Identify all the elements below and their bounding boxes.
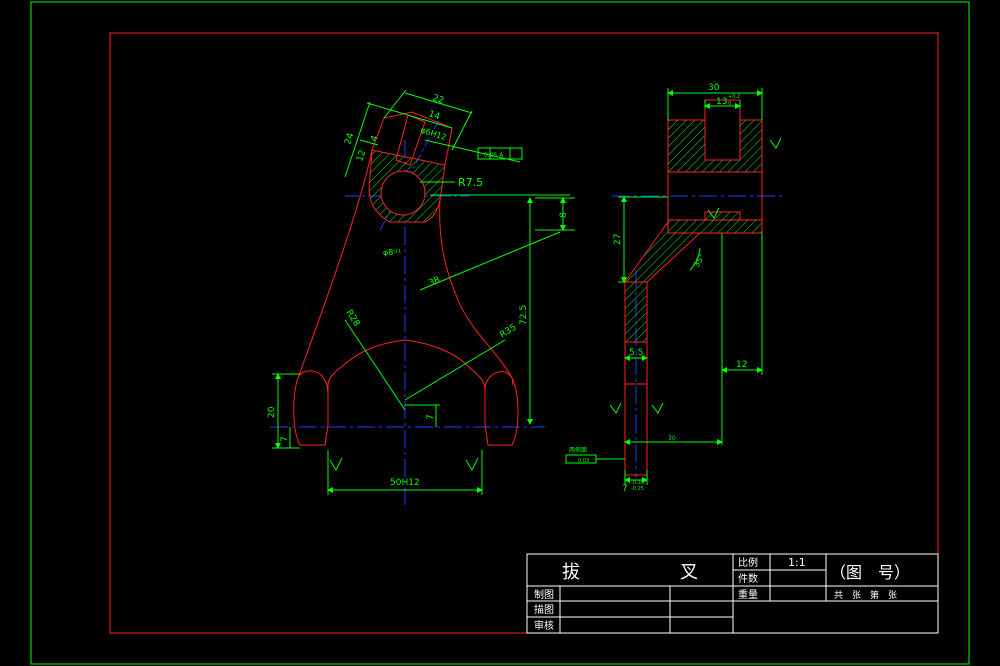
side-shank: [624, 281, 648, 343]
checked-by-label: 审核: [534, 619, 554, 632]
dim-27: 27: [613, 234, 623, 245]
dim-7-left: 7: [280, 436, 290, 442]
scale-label: 比例: [738, 556, 758, 569]
dim-13-upper: +0.2: [728, 94, 740, 100]
dim-24: 24: [343, 132, 356, 146]
dim-72-5: 72.5: [519, 305, 529, 325]
sheet-count: 共 张 第 张: [834, 589, 897, 601]
part-name-2: 叉: [680, 562, 698, 583]
dim-35-deg: 35°: [692, 252, 707, 269]
dim-8: 8: [559, 212, 569, 218]
traced-by-label: 描图: [534, 603, 554, 616]
dim-r28: R28: [343, 308, 361, 329]
drawn-by-label: 制图: [534, 588, 554, 601]
dim-phi-11: φ8ⁱ¹¹: [383, 248, 401, 257]
dim-12: 12: [355, 149, 368, 163]
dim-14: 14: [427, 109, 441, 122]
side-hub-top: [667, 119, 763, 173]
part-name-1: 拔: [562, 562, 580, 583]
dim-13: 13: [716, 97, 727, 107]
weight-label: 重量: [738, 588, 758, 601]
side-note-box: 0.03: [578, 458, 589, 464]
qty-label: 件数: [738, 572, 758, 585]
side-keyway: [704, 99, 741, 161]
dim-7-center: 7: [426, 414, 436, 420]
dim-r35: R35: [498, 323, 518, 341]
dim-7-lower: -0.25: [631, 486, 644, 492]
dim-phi-h12: φ6H12: [419, 125, 447, 142]
dim-12-side: 12: [736, 360, 747, 370]
side-note-label: 两侧面: [569, 446, 587, 454]
inner-frame: [109, 32, 939, 634]
dim-30-bottom: 30: [668, 435, 676, 442]
drawing-number: （图 号）: [830, 563, 910, 582]
dim-4: 4: [369, 134, 380, 143]
right-slot: [484, 371, 514, 391]
left-slot: [297, 370, 329, 396]
tolerance-frame: 0.05 A: [484, 152, 504, 159]
dim-20: 20: [267, 406, 277, 418]
dim-30-top: 30: [708, 83, 720, 93]
cad-drawing: 22 14 24 12 4 φ6H12 0.05 A R7.5 8 φ8ⁱ¹¹ …: [30, 1, 970, 665]
front-dimensions: [272, 89, 575, 495]
dim-50h12: 50H12: [390, 478, 420, 488]
dim-r75: R7.5: [458, 176, 483, 189]
dim-13-lower: 0: [728, 101, 731, 107]
dim-5-5: 5.5: [629, 348, 643, 358]
roughness-marks: [329, 457, 479, 472]
scale-value: 1:1: [788, 556, 806, 569]
side-view: 30 13 +0.2 0 27 35° 5.5 12 30 7 -0.15 -0…: [565, 83, 785, 494]
hub-bore: [380, 170, 426, 216]
front-view: 22 14 24 12 4 φ6H12 0.05 A R7.5 8 φ8ⁱ¹¹ …: [267, 89, 575, 505]
dim-38: 38: [427, 275, 442, 289]
dim-7-side: 7: [622, 484, 628, 494]
